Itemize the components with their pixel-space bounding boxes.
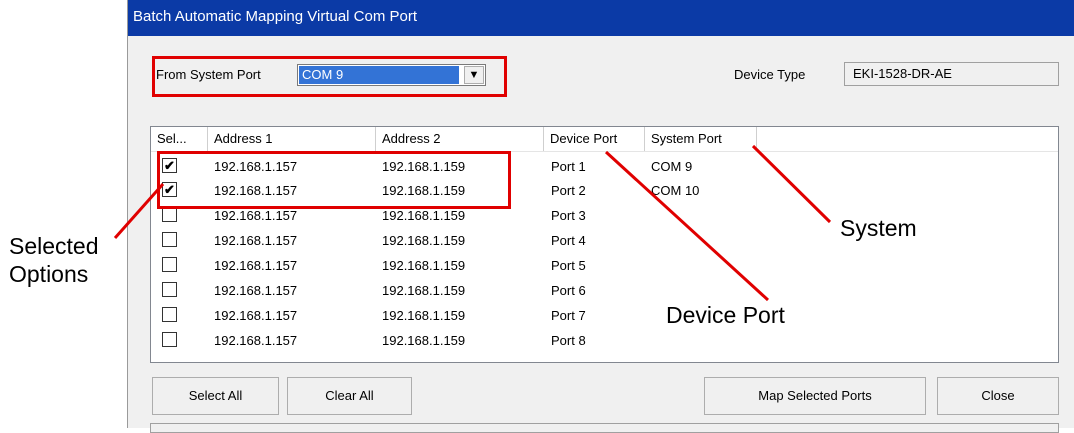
selected-options-line1: Selected: [9, 233, 99, 259]
system-annotation: System: [840, 215, 917, 241]
selected-options-pointer: [113, 183, 165, 239]
device-port-annotation: Device Port: [666, 302, 785, 328]
device-port-pointer: [604, 150, 770, 302]
system-pointer: [751, 144, 832, 224]
selected-options-label: Selected Options: [9, 232, 99, 288]
selected-options-line2: Options: [9, 261, 89, 287]
